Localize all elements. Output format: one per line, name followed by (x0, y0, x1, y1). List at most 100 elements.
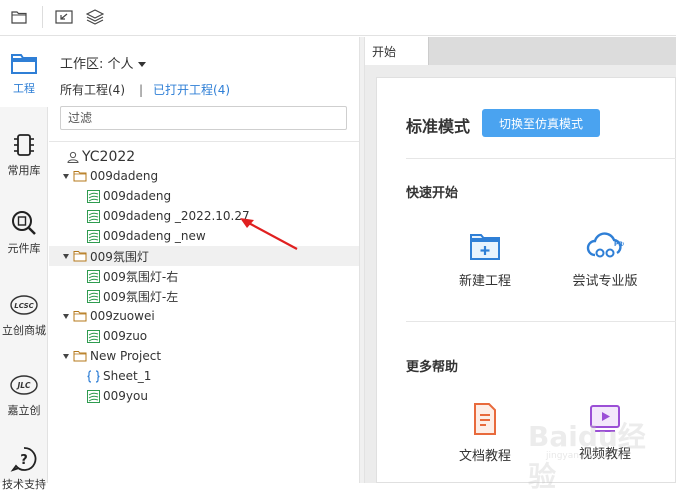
top-toolbar (0, 0, 676, 36)
tree-item-schematic[interactable]: 009dadeng (49, 186, 359, 206)
tree-item-schematic[interactable]: 009dadeng _new (49, 226, 359, 246)
tree-item-folder[interactable]: New Project (49, 346, 359, 366)
project-panel: 工作区: 个人 所有工程(4) | 已打开工程(4) YC2022 009daden… (49, 37, 359, 483)
quick-start-title: 快速开始 (406, 186, 459, 201)
tree-item-label: 009dadeng _new (103, 229, 206, 243)
opened-projects-link[interactable]: 已打开工程(4) (153, 83, 230, 97)
nav-label: 技术支持 (2, 478, 46, 491)
mode-title: 标准模式 (406, 117, 471, 136)
tree-item-label: YC2022 (82, 149, 136, 165)
tree-item-label: New Project (90, 349, 162, 363)
lcsc-logo-icon: LCSC (9, 291, 39, 319)
schematic-icon (87, 389, 100, 403)
nav-label: 常用库 (7, 164, 41, 177)
red-arrow-icon (240, 218, 298, 250)
schematic-icon (87, 269, 100, 283)
tree-item-label: 009you (103, 389, 148, 403)
tree-item-schematic[interactable]: 009氛围灯-右 (49, 266, 359, 286)
folder-icon (73, 250, 87, 262)
qa-label: 尝试专业版 (572, 274, 638, 289)
new-project-icon (469, 231, 501, 264)
nav-item-project[interactable]: 工程 (0, 37, 48, 107)
all-projects-link[interactable]: 所有工程(4) (60, 83, 125, 97)
qa-label: 新建工程 (458, 274, 511, 289)
tree-item-label: 009dadeng (103, 189, 172, 203)
question-icon: ? (10, 445, 38, 473)
caret-down-icon (137, 62, 146, 67)
workspace-selector[interactable]: 工作区: 个人 (60, 53, 146, 72)
svg-text:LCSC: LCSC (14, 302, 34, 310)
nav-label: 工程 (13, 82, 35, 95)
svg-text:PRO: PRO (614, 241, 624, 248)
nav-label: 立创商城 (2, 324, 46, 337)
svg-text:JLC: JLC (15, 381, 31, 390)
baidu-watermark: Baidu经验 jingyan.baidu.com (520, 415, 670, 493)
tab-start[interactable]: 开始 (365, 37, 429, 65)
caret-down-icon (63, 173, 69, 179)
project-folder-icon (10, 49, 38, 77)
tree-item-label: 009氛围灯-左 (103, 289, 179, 304)
tree-item-label: Sheet_1 (103, 369, 152, 383)
tree-item-schematic[interactable]: 009dadeng _2022.10.27 (49, 206, 359, 226)
nav-item-jlc[interactable]: JLC 嘉立创 (0, 359, 48, 429)
caret-down-icon (63, 253, 69, 259)
tree-item-schematic[interactable]: 009you (49, 386, 359, 406)
schematic-icon (87, 289, 100, 303)
nav-label: 嘉立创 (7, 404, 41, 417)
document-tutorial-icon (470, 402, 500, 439)
tree-item-label: 009zuowei (90, 309, 155, 323)
tree-item-folder[interactable]: 009氛围灯 (49, 246, 359, 266)
schematic-icon (87, 329, 100, 343)
schematic-icon (87, 209, 100, 223)
schematic-icon (87, 229, 100, 243)
workspace-label: 工作区: 个人 (60, 57, 134, 72)
nav-label: 元件库 (7, 242, 41, 255)
panel-divider (49, 141, 359, 142)
project-filter-links: 所有工程(4) | 已打开工程(4) (60, 81, 230, 98)
try-pro-button[interactable]: PRO 尝试专业版 (555, 231, 655, 289)
sheet-bracket-icon (87, 369, 100, 383)
nav-item-lcsc-mall[interactable]: LCSC 立创商城 (0, 279, 48, 349)
tree-item-sheet[interactable]: Sheet_1 (49, 366, 359, 386)
tree-item-label: 009dadeng _2022.10.27 (103, 209, 250, 223)
svg-text:?: ? (20, 453, 28, 468)
tree-item-user[interactable]: YC2022 (49, 147, 359, 167)
toolbar-divider (42, 6, 43, 28)
folder-icon (73, 350, 87, 362)
tree-item-label: 009氛围灯-右 (103, 269, 179, 284)
filter-input[interactable] (60, 106, 347, 130)
tree-item-folder[interactable]: 009dadeng (49, 166, 359, 186)
folder-icon (73, 310, 87, 322)
import-icon[interactable] (53, 6, 75, 28)
jlc-logo-icon: JLC (9, 371, 39, 399)
caret-down-icon (63, 313, 69, 319)
tree-item-label: 009zuo (103, 329, 148, 343)
qa-label: 文档教程 (458, 449, 511, 464)
tab-label: 开始 (372, 44, 397, 59)
link-separator: | (139, 83, 144, 97)
component-search-icon (10, 209, 38, 237)
switch-simulation-button[interactable]: 切换至仿真模式 (482, 109, 600, 137)
layers-icon[interactable] (84, 6, 106, 28)
schematic-icon (87, 189, 100, 203)
tree-item-label: 009氛围灯 (90, 249, 149, 264)
card-divider (406, 158, 676, 159)
nav-item-support[interactable]: ? 技术支持 (0, 433, 48, 503)
nav-item-component-library[interactable]: 元件库 (0, 197, 48, 267)
folder-icon (73, 170, 87, 182)
tree-item-schematic[interactable]: 009氛围灯-左 (49, 286, 359, 306)
new-project-button[interactable]: 新建工程 (435, 231, 535, 289)
nav-item-common-library[interactable]: 常用库 (0, 119, 48, 189)
card-divider (406, 321, 676, 322)
left-nav: 工程 常用库 元件库 LCSC 立创商城 JLC 嘉立创 ? 技术支持 (0, 37, 48, 491)
folder-icon[interactable] (8, 6, 30, 28)
user-icon (67, 151, 79, 163)
tree-item-folder[interactable]: 009zuowei (49, 306, 359, 326)
chip-icon (12, 131, 36, 159)
caret-down-icon (63, 353, 69, 359)
tree-item-schematic[interactable]: 009zuo (49, 326, 359, 346)
tab-bar: 开始 (365, 37, 676, 65)
tree-item-label: 009dadeng (90, 169, 159, 183)
more-help-title: 更多帮助 (406, 360, 459, 375)
cloud-pro-icon: PRO (586, 231, 628, 264)
